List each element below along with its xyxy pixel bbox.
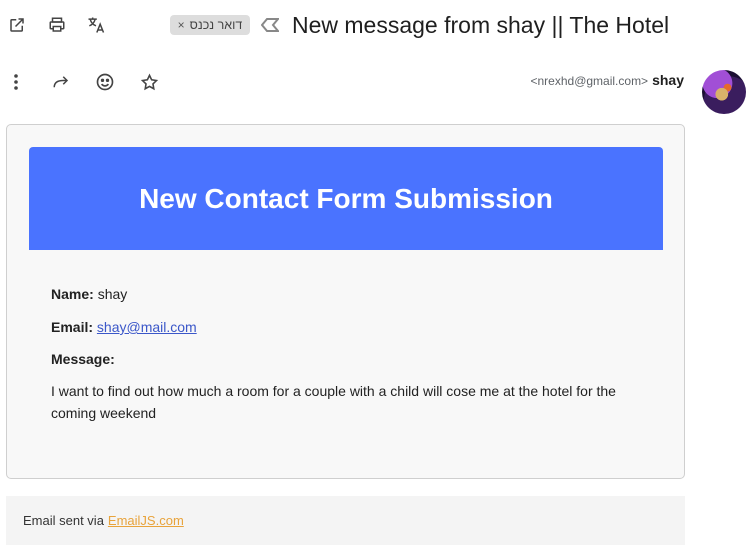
email-footer: Email sent via EmailJS.com [6, 496, 685, 545]
email-banner: New Contact Form Submission [29, 147, 663, 250]
open-in-new-window-icon[interactable] [6, 14, 28, 36]
name-field: Name: shay [51, 286, 127, 302]
sender-info: <nrexhd@gmail.com> shay [531, 72, 685, 88]
label-remove-button[interactable]: × [178, 18, 185, 32]
email-subject: New message from shay || The Hotel [292, 12, 670, 38]
sender-name[interactable]: shay [652, 72, 684, 88]
more-vertical-icon[interactable] [6, 72, 26, 92]
email-field: Email: shay@mail.com [51, 319, 197, 335]
sender-email: <nrexhd@gmail.com> [530, 74, 649, 88]
email-label: Email: [51, 319, 94, 335]
print-icon[interactable] [46, 14, 68, 36]
email-body-card: New Contact Form Submission Name: shay E… [6, 124, 685, 479]
label-chip-text: דואר נכנס [189, 18, 243, 32]
banner-title: New Contact Form Submission [139, 182, 553, 214]
avatar[interactable] [702, 70, 746, 114]
footer-prefix: Email sent via [23, 513, 104, 528]
message-field: Message: [51, 351, 115, 367]
email-link[interactable]: shay@mail.com [97, 319, 197, 335]
inbox-label-chip[interactable]: × דואר נכנס [170, 15, 250, 35]
message-text: I want to find out how much a room for a… [51, 383, 616, 421]
message-label: Message: [51, 351, 115, 367]
translate-icon[interactable] [84, 13, 108, 37]
emoji-icon[interactable] [94, 71, 116, 93]
name-value: shay [97, 286, 128, 302]
name-label: Name: [51, 286, 94, 302]
star-icon[interactable] [138, 71, 160, 93]
forward-icon[interactable] [50, 72, 72, 92]
emailjs-link[interactable]: EmailJS.com [108, 513, 184, 528]
important-marker-icon[interactable] [259, 15, 281, 35]
